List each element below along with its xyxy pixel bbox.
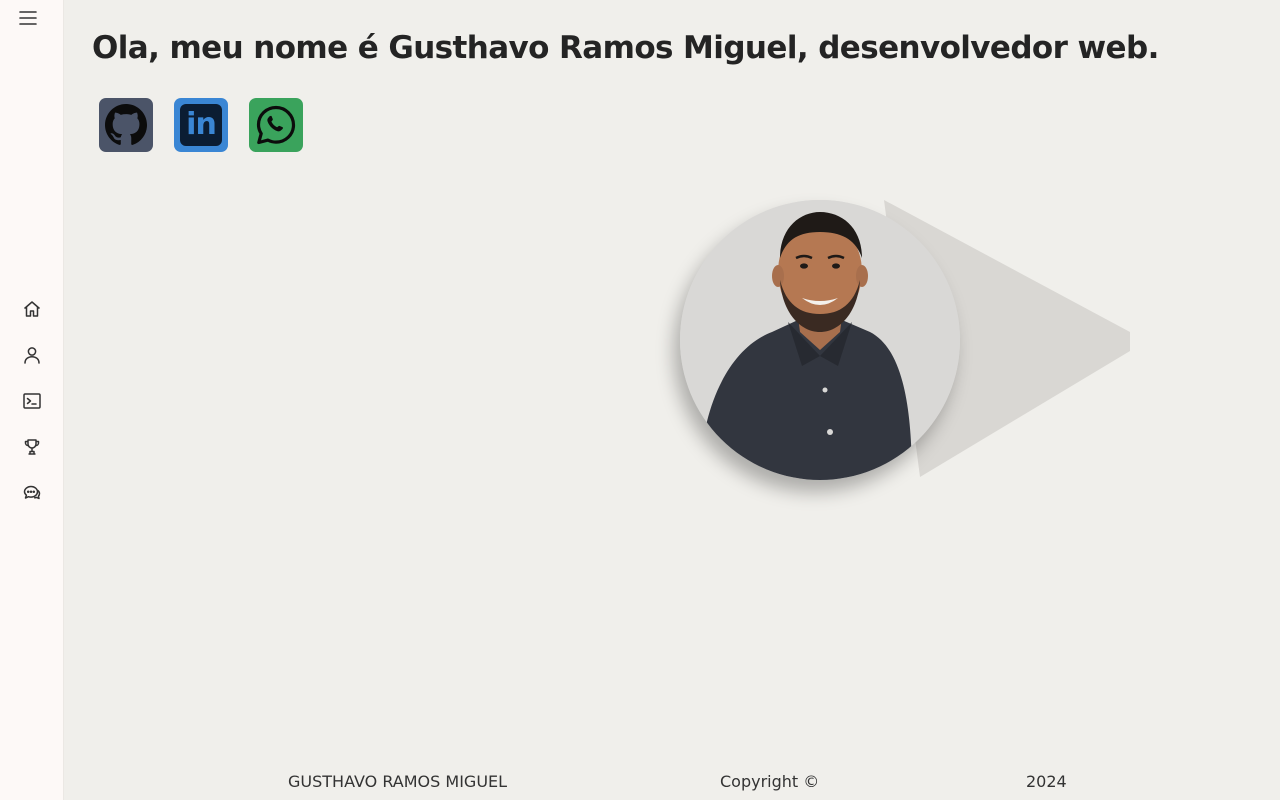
linkedin-link[interactable]: in: [174, 98, 228, 152]
main-content: Ola, meu nome é Gusthavo Ramos Miguel, d…: [64, 0, 1280, 800]
social-links: in: [99, 98, 303, 152]
github-icon: [105, 104, 147, 145]
trophy-icon: [24, 439, 40, 455]
sidebar-item-achievements[interactable]: [0, 424, 64, 470]
hamburger-icon: [19, 11, 37, 25]
sidebar-item-home[interactable]: [0, 286, 64, 332]
page-title: Ola, meu nome é Gusthavo Ramos Miguel, d…: [92, 30, 1159, 66]
sidebar: [0, 0, 64, 800]
profile-photo: [680, 200, 960, 480]
whatsapp-link[interactable]: [249, 98, 303, 152]
footer-name: GUSTHAVO RAMOS MIGUEL: [288, 772, 508, 791]
sidebar-item-contact[interactable]: [0, 470, 64, 516]
menu-toggle-button[interactable]: [16, 6, 40, 30]
sidebar-item-about[interactable]: [0, 332, 64, 378]
terminal-icon: [23, 393, 41, 409]
sidebar-nav: [0, 286, 64, 516]
hero-visual: [674, 195, 1144, 495]
home-icon: [24, 301, 40, 317]
chat-icon: [23, 485, 41, 500]
github-link[interactable]: [99, 98, 153, 152]
sidebar-item-projects[interactable]: [0, 378, 64, 424]
user-icon: [24, 347, 40, 364]
footer-copyright: Copyright ©: [720, 772, 820, 791]
footer-year: 2024: [1026, 772, 1067, 791]
linkedin-icon: in: [180, 104, 222, 146]
whatsapp-icon: [256, 105, 296, 145]
